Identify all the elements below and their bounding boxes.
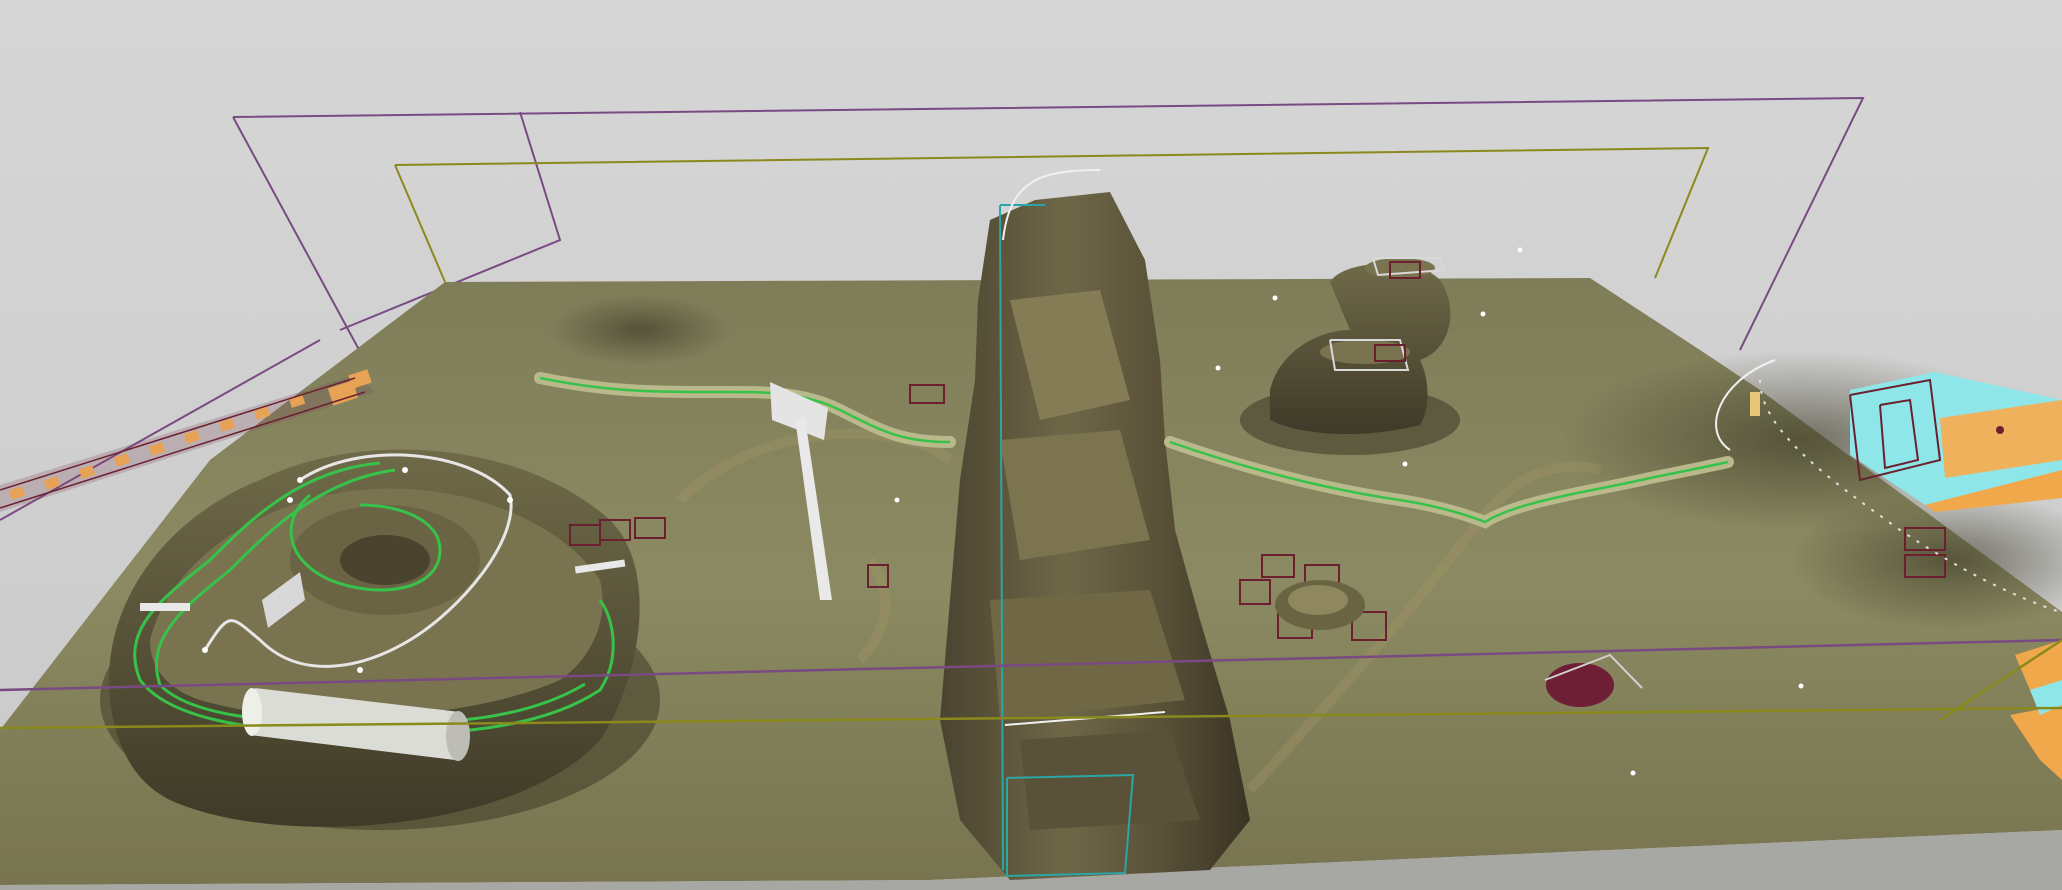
level-scene[interactable]: [0, 0, 2062, 890]
yellow-marker[interactable]: [1750, 392, 1760, 416]
white-marker-left[interactable]: [140, 603, 190, 611]
editor-viewport[interactable]: [0, 0, 2062, 890]
terrain-hill-shadow: [550, 295, 730, 365]
dirt-crater[interactable]: [1275, 580, 1365, 630]
